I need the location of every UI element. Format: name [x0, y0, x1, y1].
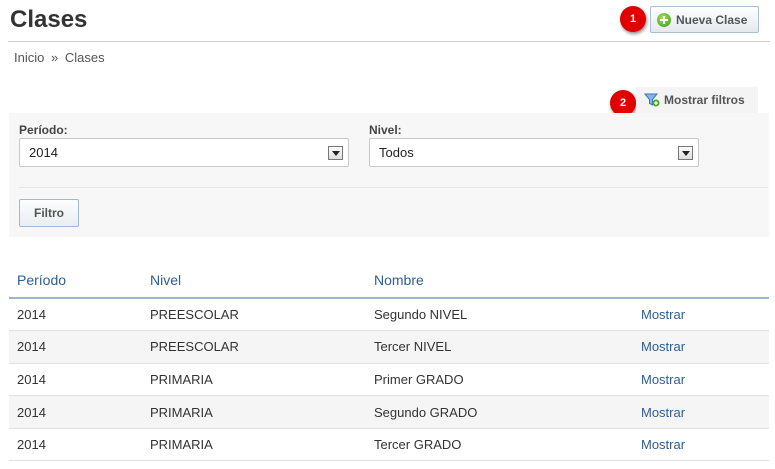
table-header-row: Período Nivel Nombre: [9, 262, 769, 299]
cell-periodo: 2014: [9, 363, 150, 397]
periodo-select-value: 2014: [29, 145, 58, 160]
cell-nombre: Segundo GRADO: [374, 395, 641, 429]
chevron-down-icon: [328, 146, 343, 160]
new-class-button[interactable]: Nueva Clase: [650, 6, 759, 33]
show-filters-toggle[interactable]: Mostrar filtros: [636, 87, 758, 113]
annotation-marker-1: 1: [620, 6, 646, 32]
column-header-nivel[interactable]: Nivel: [150, 262, 374, 299]
cell-nombre: Tercer NIVEL: [374, 330, 641, 364]
cell-nombre: Primer GRADO: [374, 363, 641, 397]
column-header-actions: [641, 262, 769, 299]
breadcrumb: Inicio » Clases: [14, 50, 105, 65]
show-link[interactable]: Mostrar: [641, 307, 685, 322]
cell-nombre: Tercer GRADO: [374, 428, 641, 462]
table-row: 2014 PRIMARIA Primer GRADO Mostrar: [9, 363, 769, 397]
filter-panel: Período: 2014 Nivel: Todos Filtro: [9, 113, 769, 237]
periodo-select[interactable]: 2014: [19, 138, 349, 167]
periodo-label: Período:: [19, 123, 68, 137]
classes-table: Período Nivel Nombre 2014 PREESCOLAR Seg…: [9, 262, 769, 462]
column-header-nombre[interactable]: Nombre: [374, 262, 641, 299]
cell-nivel: PREESCOLAR: [150, 298, 374, 332]
nivel-select[interactable]: Todos: [369, 138, 699, 167]
title-divider: [8, 41, 770, 42]
table-row: 2014 PRIMARIA Tercer GRADO Mostrar: [9, 428, 769, 462]
show-link[interactable]: Mostrar: [641, 339, 685, 354]
show-link[interactable]: Mostrar: [641, 372, 685, 387]
filter-panel-divider: [19, 187, 768, 188]
add-circle-icon: [657, 12, 671, 27]
nivel-select-value: Todos: [379, 145, 414, 160]
cell-nombre: Segundo NIVEL: [374, 298, 641, 332]
table-row: 2014 PREESCOLAR Segundo NIVEL Mostrar: [9, 298, 769, 332]
breadcrumb-separator: »: [50, 50, 59, 65]
column-header-periodo[interactable]: Período: [9, 262, 150, 299]
show-filters-label: Mostrar filtros: [664, 93, 745, 107]
nivel-label: Nivel:: [369, 123, 402, 137]
table-row: 2014 PREESCOLAR Tercer NIVEL Mostrar: [9, 330, 769, 364]
cell-nivel: PRIMARIA: [150, 428, 374, 462]
table-row: 2014 PRIMARIA Segundo GRADO Mostrar: [9, 395, 769, 429]
new-class-button-label: Nueva Clase: [676, 12, 748, 27]
show-link[interactable]: Mostrar: [641, 405, 685, 420]
cell-periodo: 2014: [9, 428, 150, 462]
cell-nivel: PREESCOLAR: [150, 330, 374, 364]
cell-periodo: 2014: [9, 298, 150, 332]
cell-nivel: PRIMARIA: [150, 363, 374, 397]
breadcrumb-home[interactable]: Inicio: [14, 50, 44, 65]
filter-funnel-icon: [644, 93, 660, 107]
chevron-down-icon: [678, 146, 693, 160]
page-title: Clases: [10, 6, 88, 33]
cell-periodo: 2014: [9, 330, 150, 364]
show-link[interactable]: Mostrar: [641, 437, 685, 452]
cell-periodo: 2014: [9, 395, 150, 429]
breadcrumb-current: Clases: [64, 50, 105, 65]
cell-nivel: PRIMARIA: [150, 395, 374, 429]
filter-submit-button[interactable]: Filtro: [19, 199, 79, 227]
